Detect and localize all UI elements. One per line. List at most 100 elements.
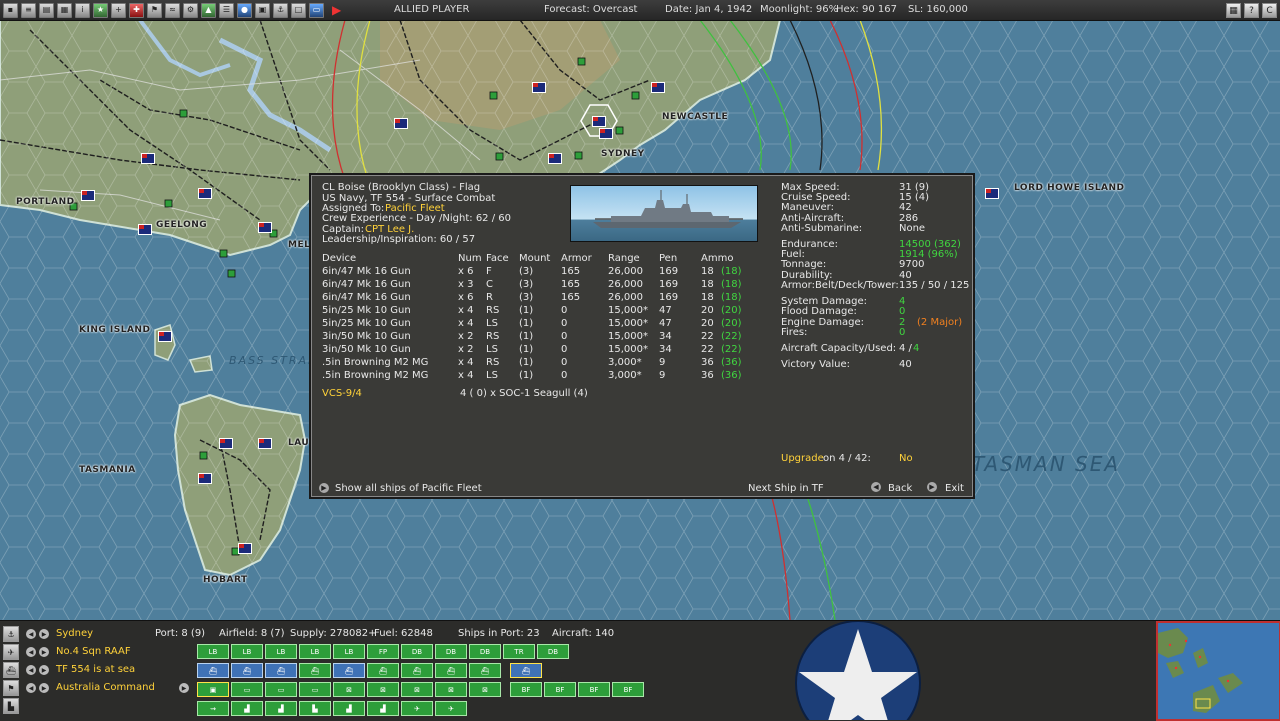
unit-icon[interactable]: ★: [93, 2, 108, 18]
back-button[interactable]: Back: [888, 483, 912, 494]
next-arrow-icon[interactable]: ▶: [39, 683, 49, 693]
allied-flag-icon[interactable]: [258, 222, 272, 233]
ground-unit[interactable]: ▙: [299, 701, 331, 716]
info-icon[interactable]: i: [75, 2, 90, 18]
device-cell-device[interactable]: .5in Browning M2 MG: [322, 370, 428, 381]
air-unit[interactable]: DB: [401, 644, 433, 659]
allied-flag-icon[interactable]: [238, 543, 252, 554]
command-arrow-icon[interactable]: ▶: [179, 683, 189, 693]
device-cell-device[interactable]: 6in/47 Mk 16 Gun: [322, 279, 411, 290]
end-turn-icon[interactable]: ▶: [332, 3, 341, 17]
ground-unit[interactable]: ✈: [435, 701, 467, 716]
ground-unit[interactable]: ⇝: [197, 701, 229, 716]
air-unit[interactable]: FP: [367, 644, 399, 659]
show-all-arrow-icon[interactable]: ▶: [319, 483, 329, 493]
air-unit[interactable]: DB: [537, 644, 569, 659]
flag-icon[interactable]: ⚑: [147, 2, 162, 18]
ground-unit[interactable]: ▟: [333, 701, 365, 716]
air-group-link[interactable]: VCS-9/4: [322, 388, 362, 399]
print-icon[interactable]: ▤: [39, 2, 54, 18]
back-arrow-icon[interactable]: ◀: [871, 482, 881, 492]
ground-unit-icon[interactable]: ▙: [3, 698, 19, 714]
prev-arrow-icon[interactable]: ◀: [26, 647, 36, 657]
device-cell-device[interactable]: 3in/50 Mk 10 Gun: [322, 331, 411, 342]
ship-unit-selected[interactable]: ⛴: [510, 663, 542, 678]
allied-flag-icon[interactable]: [985, 188, 999, 199]
allied-flag-icon[interactable]: [599, 128, 613, 139]
ground-unit[interactable]: ▭: [265, 682, 297, 697]
list-icon[interactable]: ☰: [219, 2, 234, 18]
device-cell-device[interactable]: 6in/47 Mk 16 Gun: [322, 266, 411, 277]
ship-unit[interactable]: ⛴: [401, 663, 433, 678]
air-unit-link[interactable]: No.4 Sqn RAAF: [56, 646, 131, 657]
ground-unit[interactable]: ▟: [265, 701, 297, 716]
settings-icon[interactable]: ⚙: [183, 2, 198, 18]
minimap[interactable]: [1156, 621, 1280, 721]
exit-button[interactable]: Exit: [945, 483, 964, 494]
allied-flag-icon[interactable]: [138, 224, 152, 235]
air-unit[interactable]: LB: [299, 644, 331, 659]
air-unit[interactable]: LB: [197, 644, 229, 659]
ground-unit[interactable]: ▭: [231, 682, 263, 697]
allied-flag-icon[interactable]: [198, 473, 212, 484]
base-force-unit[interactable]: BF: [544, 682, 576, 697]
air-unit[interactable]: LB: [265, 644, 297, 659]
ground-unit[interactable]: ▟: [367, 701, 399, 716]
screen-icon[interactable]: ▭: [309, 2, 324, 18]
prev-arrow-icon[interactable]: ◀: [26, 683, 36, 693]
allied-flag-icon[interactable]: [394, 118, 408, 129]
device-cell-device[interactable]: .5in Browning M2 MG: [322, 357, 428, 368]
ship-unit[interactable]: ⛴: [265, 663, 297, 678]
close-button[interactable]: C: [1262, 3, 1277, 18]
base-force-unit[interactable]: BF: [510, 682, 542, 697]
map-icon[interactable]: ▣: [255, 2, 270, 18]
device-cell-device[interactable]: 3in/50 Mk 10 Gun: [322, 344, 411, 355]
air-unit[interactable]: DB: [469, 644, 501, 659]
report-icon[interactable]: ▦: [57, 2, 72, 18]
allied-flag-icon[interactable]: [81, 190, 95, 201]
allied-flag-icon[interactable]: [651, 82, 665, 93]
next-arrow-icon[interactable]: ▶: [39, 647, 49, 657]
device-cell-device[interactable]: 6in/47 Mk 16 Gun: [322, 292, 411, 303]
plus-icon[interactable]: +: [111, 2, 126, 18]
ground-unit[interactable]: ⊠: [469, 682, 501, 697]
next-ship-button[interactable]: Next Ship in TF: [748, 483, 824, 494]
ship-unit[interactable]: ⛴: [435, 663, 467, 678]
ground-unit[interactable]: ▟: [231, 701, 263, 716]
device-cell-device[interactable]: 5in/25 Mk 10 Gun: [322, 305, 411, 316]
ground-unit[interactable]: ▭: [299, 682, 331, 697]
globe-icon[interactable]: ●: [237, 2, 252, 18]
ground-unit[interactable]: ⊠: [401, 682, 433, 697]
ship-unit[interactable]: ⛴: [299, 663, 331, 678]
base-force-unit[interactable]: BF: [612, 682, 644, 697]
ship-icon[interactable]: ⚓: [273, 2, 288, 18]
window-icon[interactable]: □: [291, 2, 306, 18]
ship-unit[interactable]: ⛴: [469, 663, 501, 678]
allied-flag-icon[interactable]: [141, 153, 155, 164]
supply-icon[interactable]: ▲: [201, 2, 216, 18]
help-icon[interactable]: ?: [1244, 3, 1259, 18]
air-unit[interactable]: TR: [503, 644, 535, 659]
next-arrow-icon[interactable]: ▶: [39, 665, 49, 675]
ship-unit[interactable]: ⛴: [197, 663, 229, 678]
show-all-ships-button[interactable]: Show all ships of Pacific Fleet: [335, 483, 482, 494]
allied-flag-icon[interactable]: [219, 438, 233, 449]
device-cell-device[interactable]: 5in/25 Mk 10 Gun: [322, 318, 411, 329]
aircraft-icon[interactable]: ✈: [3, 644, 19, 660]
air-unit[interactable]: LB: [333, 644, 365, 659]
allied-flag-icon[interactable]: [198, 188, 212, 199]
ground-unit[interactable]: ✈: [401, 701, 433, 716]
task-force-link[interactable]: TF 554 is at sea: [56, 664, 135, 675]
allied-flag-icon[interactable]: [258, 438, 272, 449]
air-unit[interactable]: DB: [435, 644, 467, 659]
command-link[interactable]: Australia Command: [56, 682, 155, 693]
document-icon[interactable]: ≡: [21, 2, 36, 18]
allied-flag-icon[interactable]: [532, 82, 546, 93]
ship-icon[interactable]: ⛴: [3, 662, 19, 678]
hq-unit[interactable]: ▣: [197, 682, 229, 697]
base-force-unit[interactable]: BF: [578, 682, 610, 697]
allied-flag-icon[interactable]: [548, 153, 562, 164]
hq-flag-icon[interactable]: ⚑: [3, 680, 19, 696]
exit-arrow-icon[interactable]: ▶: [927, 482, 937, 492]
ground-unit[interactable]: ⊠: [333, 682, 365, 697]
